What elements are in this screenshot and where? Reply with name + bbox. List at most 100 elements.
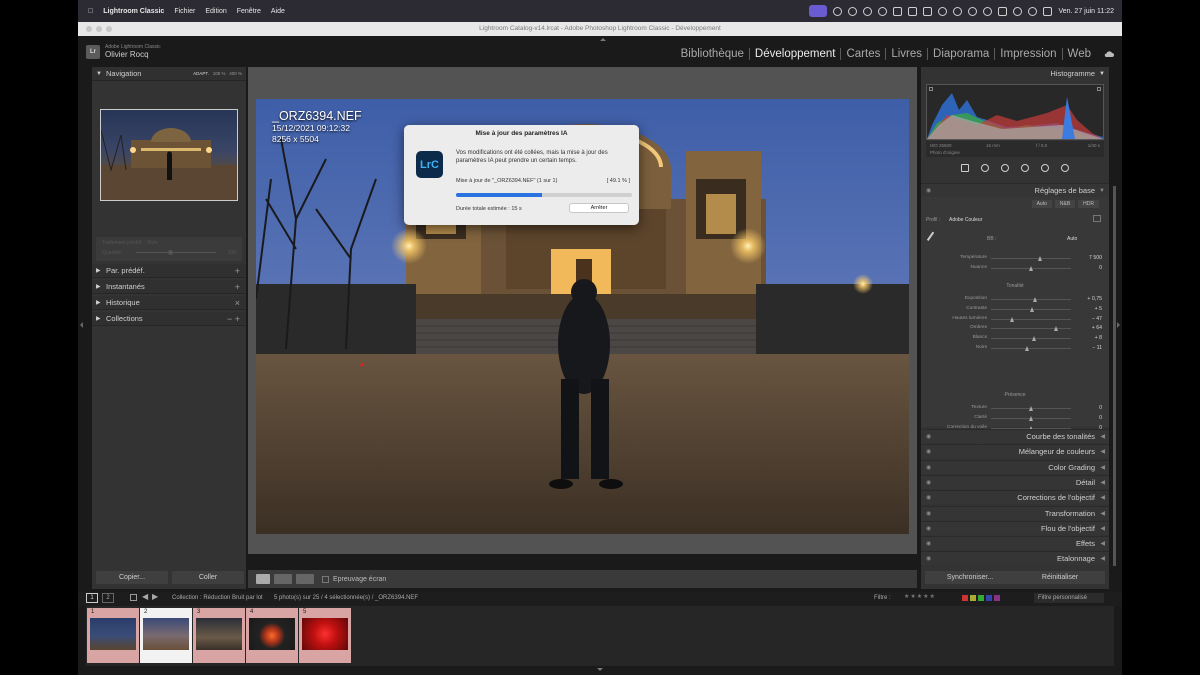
color-filter-green[interactable]: [978, 595, 984, 601]
panel-visibility-eye-icon[interactable]: ◉: [926, 445, 931, 459]
left-panel-toggle-icon[interactable]: [80, 322, 83, 328]
slider-knob[interactable]: [1031, 336, 1036, 342]
wb-eyedropper-icon[interactable]: [926, 231, 940, 245]
slider-row[interactable]: Température 7 500: [921, 254, 1109, 263]
slider-knob[interactable]: [1028, 266, 1033, 271]
tray-icon-4[interactable]: [878, 6, 888, 16]
slider-row[interactable]: Clarté 0: [921, 414, 1109, 423]
heal-icon[interactable]: [1001, 164, 1009, 172]
module-cartes[interactable]: Cartes: [840, 48, 885, 60]
slider-value[interactable]: + 8: [1095, 335, 1102, 341]
presets-icon[interactable]: [1061, 164, 1069, 172]
zoom-fit[interactable]: ADAPT.: [193, 71, 209, 76]
filmstrip-thumbnail[interactable]: [90, 618, 136, 650]
rating-filter-stars[interactable]: ★★★★★: [904, 593, 936, 600]
color-filter-red[interactable]: [962, 595, 968, 601]
grid-view-icon[interactable]: [130, 594, 137, 601]
copy-settings-button[interactable]: Copier...: [96, 571, 168, 584]
tray-icon-2[interactable]: [848, 6, 858, 16]
basic-panel-header[interactable]: ◉ Réglages de base ▼: [921, 183, 1109, 197]
right-panel-toggle-icon[interactable]: [1117, 322, 1120, 328]
crop-icon[interactable]: [981, 164, 989, 172]
slider-knob[interactable]: [1010, 316, 1015, 322]
screen-record-icon[interactable]: [809, 5, 828, 17]
apple-icon[interactable]: : [88, 8, 93, 15]
profile-browser-icon[interactable]: [1093, 215, 1101, 222]
forward-arrow-icon[interactable]: ▶: [152, 592, 158, 601]
slider-track[interactable]: [991, 297, 1071, 302]
color-filter-yellow[interactable]: [970, 595, 976, 601]
histogram[interactable]: [926, 84, 1104, 140]
right-section-header[interactable]: ◉ Corrections de l'objectif ◀: [921, 490, 1109, 505]
right-section-header[interactable]: ◉ Effets ◀: [921, 536, 1109, 551]
slider-row[interactable]: Nuance 0: [921, 264, 1109, 273]
before-after-button[interactable]: [274, 574, 292, 584]
profile-select[interactable]: Adobe Couleur: [949, 217, 982, 223]
moon-icon[interactable]: [938, 6, 948, 16]
snapshots-header[interactable]: ▶ Instantanés +: [92, 280, 246, 294]
slider-knob[interactable]: [1028, 406, 1033, 411]
tray-icon-3[interactable]: [863, 6, 873, 16]
color-filter-purple[interactable]: [994, 595, 1000, 601]
right-section-header[interactable]: ◉ Color Grading ◀: [921, 459, 1109, 474]
slider-track[interactable]: [991, 415, 1071, 421]
redeye-icon[interactable]: [1041, 164, 1049, 172]
module-livres[interactable]: Livres: [885, 48, 927, 60]
menu-fenetre[interactable]: Fenêtre: [237, 8, 261, 15]
module-web[interactable]: Web: [1061, 48, 1096, 60]
stop-button[interactable]: Arrêter: [569, 203, 629, 213]
filmstrip-cell[interactable]: 5: [299, 608, 351, 663]
slider-row[interactable]: Noirs − 11: [921, 344, 1109, 353]
slider-track[interactable]: [991, 316, 1071, 322]
collection-text[interactable]: Collection : Réduction Bruit par lot: [172, 595, 263, 601]
slider-track[interactable]: [991, 306, 1071, 312]
panel-visibility-eye-icon[interactable]: ◉: [926, 522, 931, 536]
masking-icon[interactable]: [1021, 164, 1029, 172]
panel-visibility-eye-icon[interactable]: ◉: [926, 184, 931, 198]
slider-row[interactable]: Blancs + 8: [921, 334, 1109, 343]
module-impression[interactable]: Impression: [994, 48, 1061, 60]
filmstrip-thumbnail[interactable]: [302, 618, 348, 650]
search-icon[interactable]: [1028, 6, 1038, 16]
cloud-sync-icon[interactable]: [1104, 50, 1114, 58]
control-center-icon[interactable]: [1043, 6, 1053, 16]
collections-header[interactable]: ▶ Collections − +: [92, 312, 246, 326]
top-panel-toggle-icon[interactable]: [600, 38, 606, 41]
filmstrip-thumbnail[interactable]: [143, 618, 189, 650]
slider-row[interactable]: Ombres + 64: [921, 324, 1109, 333]
paste-settings-button[interactable]: Coller: [172, 571, 244, 584]
sync-settings-button[interactable]: Synchroniser...: [925, 571, 1015, 584]
shadow-clipping-icon[interactable]: [929, 87, 933, 91]
filmstrip-toggle-icon[interactable]: [597, 668, 603, 671]
app-menu[interactable]: Lightroom Classic: [103, 8, 164, 15]
filmstrip-cell[interactable]: 4: [246, 608, 298, 663]
slider-value[interactable]: 0: [1099, 265, 1102, 271]
slider-row[interactable]: Hautes lumières − 47: [921, 315, 1109, 324]
edit-sliders-icon[interactable]: [961, 164, 969, 172]
custom-filter-select[interactable]: Filtre personnalisé: [1034, 593, 1104, 603]
filmstrip-cell[interactable]: 1: [87, 608, 139, 663]
right-section-header[interactable]: ◉ Transformation ◀: [921, 505, 1109, 521]
slider-value[interactable]: 0: [1099, 405, 1102, 411]
slider-row[interactable]: Contraste + 5: [921, 305, 1109, 314]
auto-button[interactable]: Auto: [1031, 200, 1052, 208]
slider-track[interactable]: [991, 256, 1071, 261]
right-section-header[interactable]: ◉ Mélangeur de couleurs ◀: [921, 444, 1109, 459]
right-panel-scrollbar[interactable]: [1113, 186, 1116, 566]
screen-1-button[interactable]: 1: [86, 593, 98, 603]
slider-knob[interactable]: [1033, 297, 1038, 302]
highlight-clipping-icon[interactable]: [1097, 87, 1101, 91]
slider-track[interactable]: [991, 406, 1071, 411]
slider-row[interactable]: Exposition + 0,75: [921, 295, 1109, 304]
slider-row[interactable]: Texture 0: [921, 404, 1109, 413]
add-collection-icon[interactable]: − +: [227, 312, 240, 326]
preset-amount-knob[interactable]: [168, 250, 173, 255]
slider-track[interactable]: [991, 326, 1071, 332]
color-filter-blue[interactable]: [986, 595, 992, 601]
histogram-header[interactable]: Histogramme ▼: [921, 67, 1109, 81]
softproof-checkbox[interactable]: [322, 575, 329, 583]
slider-track[interactable]: [991, 346, 1071, 351]
panel-visibility-eye-icon[interactable]: ◉: [926, 507, 931, 521]
screen-2-button[interactable]: 2: [102, 593, 114, 603]
slider-value[interactable]: + 5: [1095, 306, 1102, 312]
